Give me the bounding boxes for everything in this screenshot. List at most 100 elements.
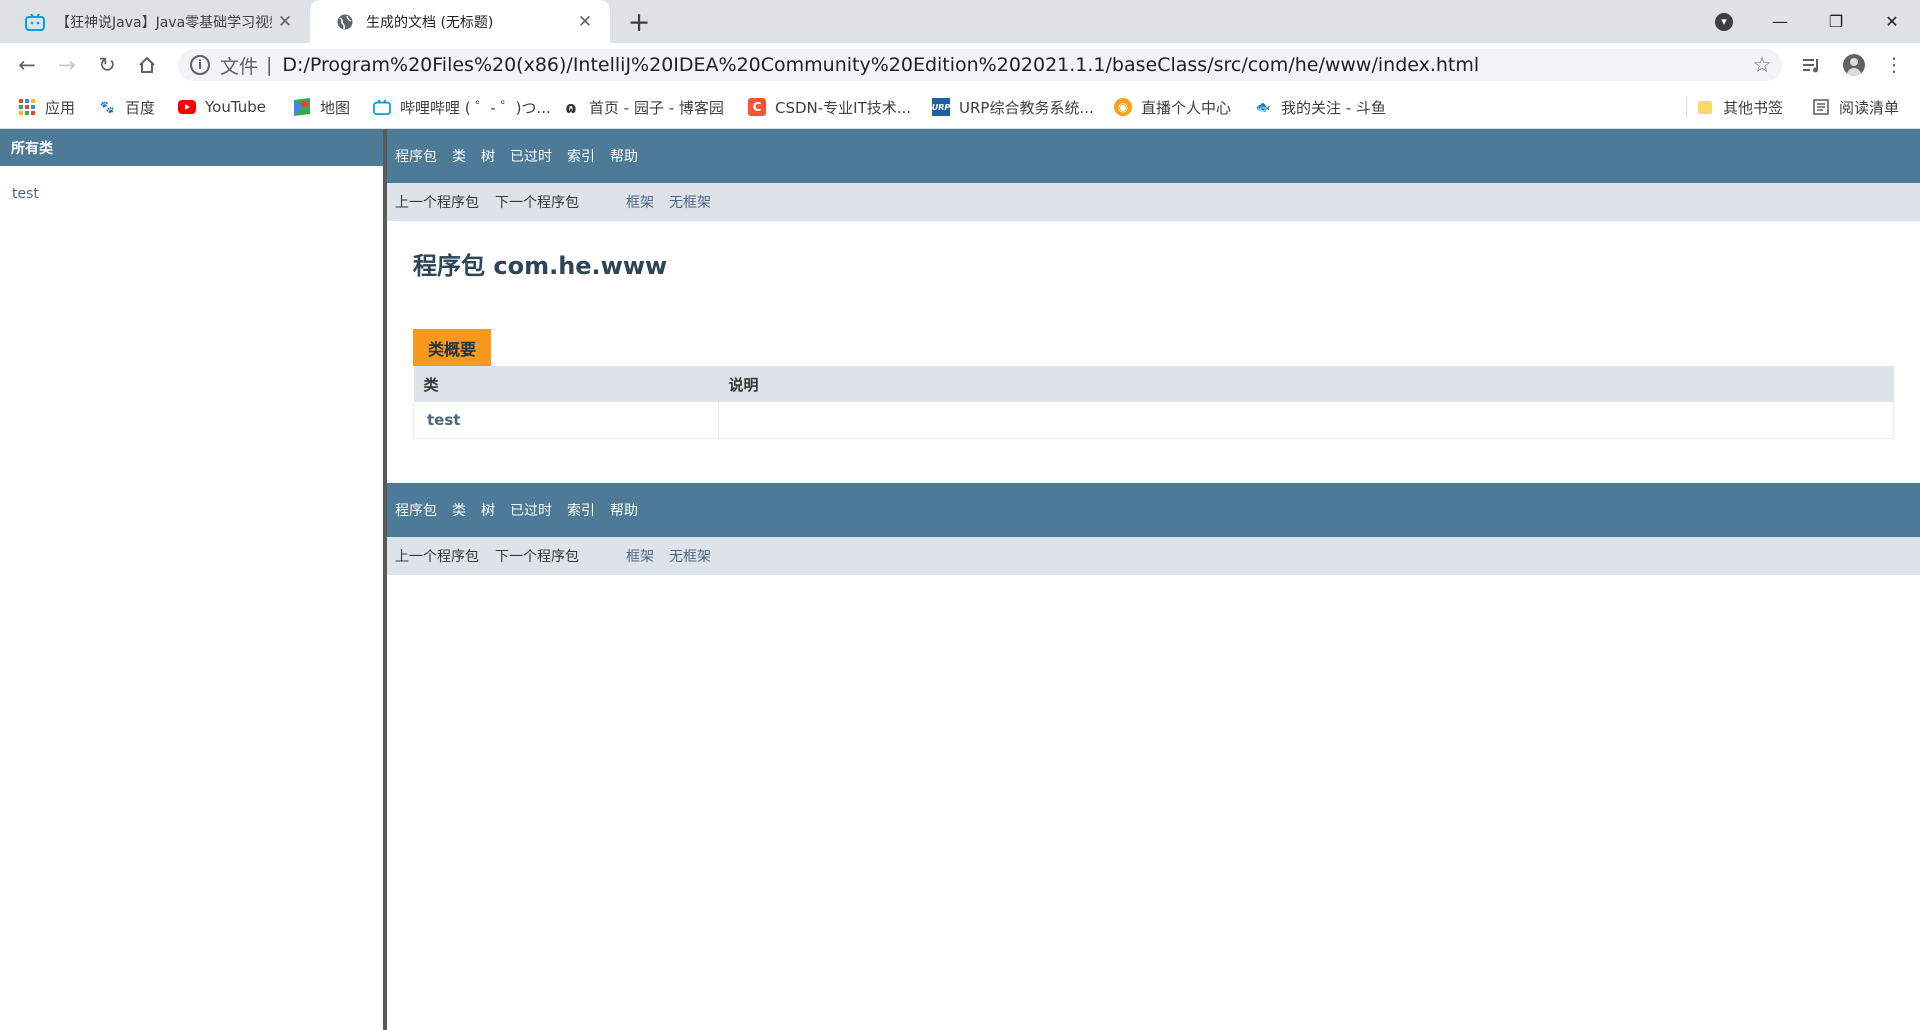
reading-list-button[interactable] bbox=[1796, 49, 1828, 81]
urp-icon: URP bbox=[932, 98, 950, 116]
tab-generated-doc[interactable]: 生成的文档 (无标题) ✕ bbox=[310, 0, 610, 43]
folder-icon bbox=[1696, 98, 1714, 116]
address-bar[interactable]: i 文件 | D:/Program%20Files%20(x86)/Intell… bbox=[178, 49, 1782, 81]
reading-list[interactable]: 阅读清单 bbox=[1812, 96, 1899, 118]
restore-button[interactable]: ❐ bbox=[1808, 0, 1864, 43]
package-frame: 程序包 类 树 已过时 索引 帮助 上一个程序包 下一个程序包 框架 无框架 程… bbox=[387, 129, 1920, 1030]
summary-caption: 类概要 bbox=[413, 329, 492, 366]
baidu-icon: 🐾 bbox=[99, 100, 115, 114]
prev-package: 上一个程序包 bbox=[395, 549, 479, 565]
table-row: test bbox=[413, 402, 1894, 439]
tab-search-button[interactable]: ▾ bbox=[1696, 0, 1752, 43]
bilibili-icon bbox=[24, 11, 46, 33]
avatar bbox=[1843, 54, 1865, 76]
bookmark-label: URP综合教务系统... bbox=[959, 98, 1094, 117]
top-nav-bar: 程序包 类 树 已过时 索引 帮助 bbox=[387, 129, 1920, 183]
nav-package[interactable]: 程序包 bbox=[395, 500, 437, 520]
nav-deprecated[interactable]: 已过时 bbox=[510, 146, 552, 166]
apps-grid-icon bbox=[18, 98, 36, 116]
bookmark-other[interactable]: 其他书签 bbox=[1696, 96, 1783, 118]
bookmark-label: 地图 bbox=[320, 98, 351, 117]
close-icon[interactable]: ✕ bbox=[572, 9, 598, 35]
class-link-test[interactable]: test bbox=[427, 411, 460, 429]
nav-help[interactable]: 帮助 bbox=[610, 146, 638, 166]
scheme-separator: | bbox=[266, 54, 273, 76]
profile-button[interactable] bbox=[1838, 49, 1870, 81]
column-header-class: 类 bbox=[413, 366, 719, 402]
description-cell bbox=[718, 402, 1894, 439]
frames-link[interactable]: 框架 bbox=[626, 546, 654, 566]
nav-class[interactable]: 类 bbox=[452, 500, 466, 520]
bookmark-label: 哔哩哔哩 ( ゜- ゜)つ... bbox=[400, 98, 551, 117]
bookmark-label: 直播个人中心 bbox=[1141, 98, 1232, 117]
globe-icon bbox=[334, 11, 356, 33]
home-button[interactable] bbox=[131, 49, 163, 81]
all-classes-frame: 所有类 test bbox=[0, 129, 383, 1030]
nav-deprecated[interactable]: 已过时 bbox=[510, 500, 552, 520]
reload-button[interactable]: ↻ bbox=[91, 49, 123, 81]
maps-icon bbox=[293, 98, 311, 116]
close-icon[interactable]: ✕ bbox=[272, 9, 298, 35]
forward-button[interactable]: → bbox=[51, 49, 83, 81]
new-tab-button[interactable]: + bbox=[622, 5, 656, 39]
tab-title: 【狂神说Java】Java零基础学习视频通俗易懂 bbox=[56, 14, 272, 31]
bookmark-label: 其他书签 bbox=[1723, 98, 1784, 117]
bottom-nav-bar: 程序包 类 树 已过时 索引 帮助 bbox=[387, 483, 1920, 537]
bookmark-label: CSDN-专业IT技术... bbox=[775, 98, 912, 117]
url-text[interactable]: D:/Program%20Files%20(x86)/IntelliJ%20ID… bbox=[282, 54, 1746, 76]
nav-index[interactable]: 索引 bbox=[567, 146, 595, 166]
nav-tree[interactable]: 树 bbox=[481, 146, 495, 166]
bookmark-bilibili[interactable]: 哔哩哔哩 ( ゜- ゜)つ... bbox=[373, 96, 551, 118]
page-title: 程序包 com.he.www bbox=[413, 252, 668, 280]
bookmark-live[interactable]: ◉ 直播个人中心 bbox=[1114, 96, 1231, 118]
class-list: test bbox=[0, 169, 383, 202]
reading-list-icon bbox=[1812, 98, 1830, 116]
frames-link[interactable]: 框架 bbox=[626, 192, 654, 212]
bilibili-icon bbox=[373, 98, 391, 116]
bookmark-label: 阅读清单 bbox=[1839, 98, 1900, 117]
bookmark-youtube[interactable]: YouTube bbox=[178, 96, 266, 118]
bookmark-csdn[interactable]: C CSDN-专业IT技术... bbox=[748, 96, 911, 118]
bottom-nav: 程序包 类 树 已过时 索引 帮助 上一个程序包 下一个程序包 框架 无框架 bbox=[387, 483, 1920, 575]
bookmark-urp[interactable]: URP URP综合教务系统... bbox=[932, 96, 1094, 118]
bookmark-star-icon[interactable]: ☆ bbox=[1746, 53, 1778, 77]
nav-class[interactable]: 类 bbox=[452, 146, 466, 166]
bookmark-apps[interactable]: 应用 bbox=[18, 96, 75, 118]
bookmark-cnblogs[interactable]: ɷ 首页 - 园子 - 博客园 bbox=[562, 96, 724, 118]
next-package: 下一个程序包 bbox=[495, 195, 579, 211]
nav-tree[interactable]: 树 bbox=[481, 500, 495, 520]
no-frames-link[interactable]: 无框架 bbox=[669, 546, 711, 566]
tab-strip: 【狂神说Java】Java零基础学习视频通俗易懂 ✕ 生成的文档 (无标题) ✕… bbox=[0, 0, 1920, 43]
close-window-button[interactable]: ✕ bbox=[1864, 0, 1920, 43]
no-frames-link[interactable]: 无框架 bbox=[669, 192, 711, 212]
bookmark-label: 应用 bbox=[45, 98, 76, 117]
youtube-icon bbox=[178, 98, 196, 116]
home-icon bbox=[139, 56, 155, 73]
live-icon: ◉ bbox=[1114, 98, 1132, 116]
column-header-description: 说明 bbox=[718, 366, 1894, 402]
bookmarks-bar: 应用 🐾 百度 YouTube 地图 哔哩哔哩 ( ゜- ゜)つ... ɷ 首页… bbox=[0, 86, 1920, 129]
bottom-sub-nav-bar: 上一个程序包 下一个程序包 框架 无框架 bbox=[387, 537, 1920, 575]
douyu-icon: 🐟 bbox=[1255, 100, 1271, 114]
bookmark-douyu[interactable]: 🐟 我的关注 - 斗鱼 bbox=[1254, 96, 1386, 118]
browser-toolbar: ← → ↻ i 文件 | D:/Program%20Files%20(x86)/… bbox=[0, 43, 1920, 86]
bookmark-label: 首页 - 园子 - 博客园 bbox=[589, 98, 724, 117]
media-control-icon bbox=[1803, 59, 1818, 73]
csdn-icon: C bbox=[748, 98, 766, 116]
menu-button[interactable]: ⋮ bbox=[1878, 49, 1910, 81]
prev-package: 上一个程序包 bbox=[395, 195, 479, 211]
nav-help[interactable]: 帮助 bbox=[610, 500, 638, 520]
tab-bilibili[interactable]: 【狂神说Java】Java零基础学习视频通俗易懂 ✕ bbox=[0, 0, 310, 43]
nav-index[interactable]: 索引 bbox=[567, 500, 595, 520]
minimize-button[interactable]: — bbox=[1752, 0, 1808, 43]
class-summary: 类概要 类 说明 test bbox=[413, 329, 1894, 439]
info-icon[interactable]: i bbox=[190, 55, 210, 75]
tab-title: 生成的文档 (无标题) bbox=[366, 14, 494, 31]
chevron-down-icon: ▾ bbox=[1715, 12, 1733, 31]
bookmark-baidu[interactable]: 🐾 百度 bbox=[98, 96, 156, 118]
bookmark-maps[interactable]: 地图 bbox=[293, 96, 350, 118]
back-button[interactable]: ← bbox=[11, 49, 43, 81]
all-classes-header: 所有类 bbox=[0, 129, 383, 169]
nav-package[interactable]: 程序包 bbox=[395, 146, 437, 166]
class-link-test[interactable]: test bbox=[12, 186, 39, 202]
